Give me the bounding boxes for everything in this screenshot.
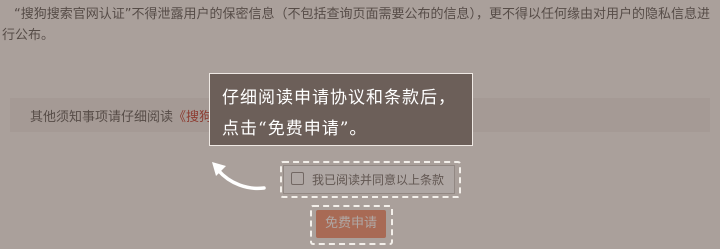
agree-highlight-frame: [280, 161, 461, 198]
guide-tooltip-line2: 点击“免费申请”。: [222, 119, 368, 139]
guide-tooltip-line1: 仔细阅读申请协议和条款后，: [222, 88, 456, 108]
apply-button-highlight-frame: [310, 205, 393, 245]
guide-arrow-icon: [212, 162, 266, 191]
guide-tooltip: 仔细阅读申请协议和条款后， 点击“免费申请”。: [209, 73, 473, 146]
